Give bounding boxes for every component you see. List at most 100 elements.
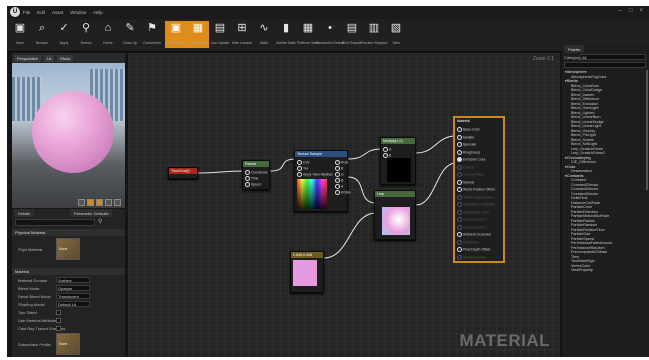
node-pin[interactable]: Custom Data 0: [457, 217, 486, 222]
node-pin[interactable]: Subsurface Color: [457, 210, 489, 215]
node-pin[interactable]: Custom Data 1: [457, 225, 486, 230]
menu-help[interactable]: Help: [93, 10, 102, 15]
node-pin[interactable]: R: [335, 166, 343, 171]
zoom-indicator: Zoom 1:1: [532, 56, 554, 62]
graph-node-time[interactable]: Time/Cos(t): [168, 167, 198, 179]
tab-parameter-defaults[interactable]: Parameter Defaults: [70, 209, 113, 217]
node-title: Texture Sample: [295, 151, 347, 157]
node-pin[interactable]: World Position Offset: [457, 187, 495, 192]
node-pin[interactable]: Time: [245, 176, 258, 181]
viewport-lit-button[interactable]: Lit: [43, 55, 55, 62]
node-pin[interactable]: Speed: [245, 182, 261, 187]
property-dropdown[interactable]: Opaque: [56, 285, 90, 291]
details-search-input[interactable]: [15, 219, 95, 226]
details-property-row: Cast Ray Traced Shadows: [12, 325, 125, 333]
menu-file[interactable]: File: [23, 10, 30, 15]
view-mode-icon[interactable]: [78, 199, 85, 206]
graph-node-panner[interactable]: Panner Coordinate Time Speed: [242, 160, 270, 190]
light-icon[interactable]: [87, 199, 94, 206]
palette-search-input[interactable]: [564, 62, 646, 68]
tabs-icon: ▧: [390, 22, 402, 34]
node-pin[interactable]: Ambient Occlusion: [457, 232, 491, 237]
node-pin[interactable]: Opacity: [457, 165, 475, 170]
close-button[interactable]: ×: [639, 8, 643, 14]
graph-wire: [323, 212, 377, 259]
stats-icon: ∿: [259, 22, 269, 34]
cylinder-icon[interactable]: [114, 199, 121, 206]
details-section-header[interactable]: Physical Material: [12, 229, 125, 236]
node-pin[interactable]: Opacity Mask: [457, 172, 484, 177]
preview-viewport[interactable]: Perspective Lit Show: [12, 53, 125, 208]
node-pin[interactable]: Base Color: [457, 127, 480, 132]
unreal-logo-icon: U: [10, 7, 20, 17]
node-pin[interactable]: Tex: [297, 166, 308, 171]
property-dropdown[interactable]: Default Lit: [56, 301, 90, 307]
node-pin[interactable]: Metallic: [457, 135, 475, 140]
node-pin[interactable]: Emissive Color: [457, 157, 486, 162]
graph-node-result[interactable]: Material Base Color Metallic Specular Roughn…: [454, 117, 504, 262]
details-section-header[interactable]: Material: [12, 268, 125, 275]
node-pin[interactable]: Shading Model: [457, 255, 486, 260]
category-select[interactable]: All: [580, 54, 646, 60]
asset-thumbnail[interactable]: None: [56, 238, 80, 260]
graph-wire: [415, 162, 457, 206]
menu-asset[interactable]: Asset: [52, 10, 63, 15]
node-pin[interactable]: RGB: [335, 160, 348, 165]
node-pin[interactable]: Specular: [457, 142, 476, 147]
property-checkbox[interactable]: [56, 310, 61, 315]
menu-window[interactable]: Window: [70, 10, 86, 15]
palette-item[interactable]: ViewProperty: [565, 268, 649, 273]
tab-details[interactable]: Details: [14, 209, 35, 217]
node-pin[interactable]: Coordinate: [245, 170, 268, 175]
cube-icon[interactable]: [105, 199, 112, 206]
details-property-row: Blend Mode Opaque: [12, 285, 125, 293]
node-pin[interactable]: A: [335, 184, 343, 189]
asset-thumbnail[interactable]: None: [56, 333, 80, 355]
property-dropdown[interactable]: Translucent: [56, 293, 90, 299]
graph-node-multiply[interactable]: Multiply(1,0) A B: [380, 137, 416, 185]
material-graph-canvas[interactable]: Zoom 1:1 MATERIAL Time/Cos(t) Panner Coord…: [128, 53, 560, 357]
window-controls: – □ ×: [619, 8, 643, 14]
search-icon: ⚲: [81, 22, 91, 34]
palette-scrollbar[interactable]: [646, 70, 648, 190]
viewport-perspective-button[interactable]: Perspective: [14, 55, 41, 62]
minimize-button[interactable]: –: [619, 8, 622, 14]
node-pin[interactable]: RGBA: [335, 190, 351, 195]
viewport-toolbar: Perspective Lit Show: [14, 55, 74, 62]
preview-viewport-icon: ▥: [368, 22, 380, 34]
viewport-show-button[interactable]: Show: [57, 55, 74, 62]
tab-palette[interactable]: Palette: [564, 45, 585, 53]
graph-node-texsample[interactable]: Texture Sample UVs Tex Apply View MipBias RG…: [294, 150, 351, 212]
sphere-icon[interactable]: [96, 199, 103, 206]
maximize-button[interactable]: □: [629, 8, 633, 14]
property-checkbox[interactable]: [56, 326, 61, 331]
toolbar-button-connectors[interactable]: ⚑ Connectors: [141, 21, 163, 48]
menu-bar: File Edit Asset Window Help: [23, 10, 103, 15]
color-preview-swatch: [293, 260, 317, 286]
graph-node-lerp[interactable]: Lerp: [374, 190, 416, 240]
property-label: Blend Mode: [18, 286, 40, 291]
toolbar-button-tabs[interactable]: ▧ Tabs: [385, 21, 407, 48]
search-icon[interactable]: ⚲: [98, 218, 102, 225]
node-pin[interactable]: A: [383, 147, 391, 152]
node-pin[interactable]: Normal: [457, 180, 474, 185]
home-icon: ⌂: [104, 22, 112, 34]
property-dropdown[interactable]: Surface: [56, 277, 90, 283]
node-pin[interactable]: UVs: [297, 160, 309, 165]
property-checkbox[interactable]: [56, 318, 61, 323]
node-pin[interactable]: Pixel Depth Offset: [457, 247, 490, 252]
asset-thumbnail-label: None: [59, 342, 68, 346]
node-pin[interactable]: B: [335, 178, 343, 183]
node-pin[interactable]: Tessellation Multiplier: [457, 202, 495, 207]
property-label: Phys Material: [18, 247, 43, 252]
node-title: Lerp: [375, 191, 415, 197]
menu-edit[interactable]: Edit: [37, 10, 45, 15]
save-icon: ▣: [14, 22, 26, 34]
node-pin[interactable]: Apply View MipBias: [297, 172, 333, 177]
node-pin[interactable]: Refraction: [457, 240, 478, 245]
node-pin[interactable]: G: [335, 172, 344, 177]
graph-node-vec[interactable]: 0.845,0.408: [290, 251, 324, 293]
viewport-scene[interactable]: [12, 63, 125, 208]
node-pin[interactable]: Roughness: [457, 150, 480, 155]
node-pin[interactable]: World Displacement: [457, 195, 493, 200]
